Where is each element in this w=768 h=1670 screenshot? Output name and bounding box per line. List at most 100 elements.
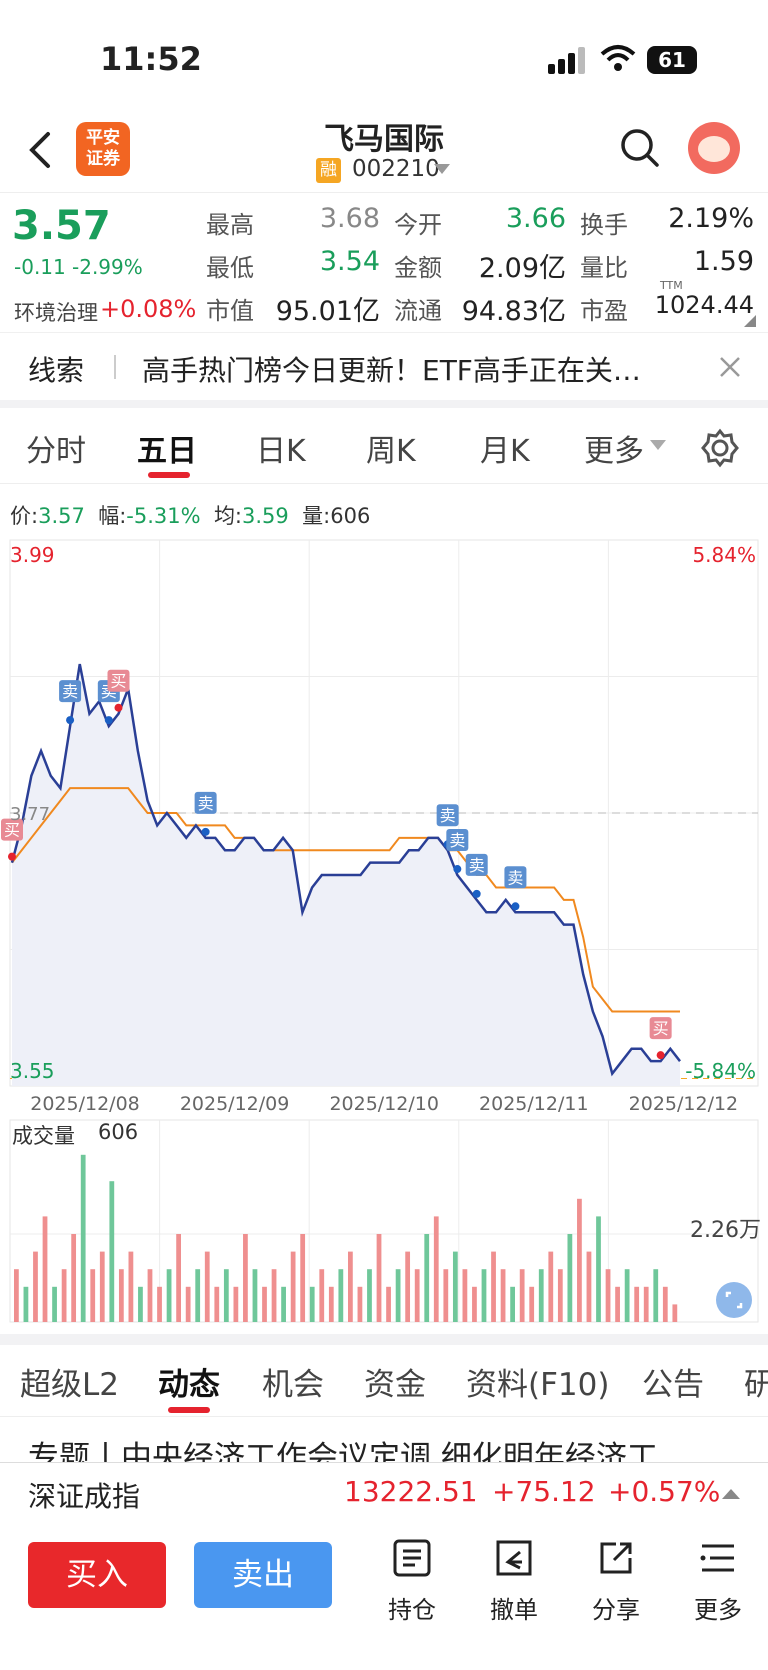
pe-label: 市盈 [580, 297, 628, 325]
volume-bar [634, 1286, 640, 1322]
tab-dynamics[interactable]: 动态 [158, 1359, 220, 1404]
sell-marker-label: 卖 [507, 868, 523, 887]
sector-label[interactable]: 环境治理 [14, 297, 98, 327]
tab-monthly-k[interactable]: 月K [480, 426, 530, 470]
chevron-down-icon [650, 440, 666, 450]
volume-bar [300, 1234, 306, 1322]
volume-bar [14, 1269, 19, 1322]
low-value: 3.54 [319, 246, 380, 277]
tab-five-day[interactable]: 五日 [137, 426, 197, 470]
sell-marker-label: 卖 [469, 856, 485, 875]
buy-marker-dot [656, 1051, 665, 1060]
volume-bar [672, 1304, 678, 1322]
x-tick-label: 2025/12/08 [30, 1093, 140, 1115]
more-button[interactable]: 更多 [678, 1538, 758, 1625]
tab-f10[interactable]: 资料(F10) [466, 1359, 609, 1404]
float-cap-value: 94.83亿 [461, 296, 566, 327]
chevron-up-icon[interactable] [722, 1487, 740, 1501]
tab-underline [148, 472, 190, 478]
share-button[interactable]: 分享 [576, 1538, 656, 1625]
sell-marker-label: 卖 [62, 682, 78, 701]
tab-research[interactable]: 研 [744, 1359, 768, 1404]
volume-chart[interactable] [0, 1116, 768, 1326]
volume-bar [52, 1286, 57, 1322]
volume-bar [252, 1269, 258, 1322]
volume-bar [214, 1286, 220, 1322]
volume-bar [662, 1286, 668, 1322]
volume-bar [586, 1251, 592, 1322]
news-item[interactable]: 专题丨中央经济工作会议定调 细化明年经济工 [28, 1440, 768, 1462]
volume-bar [605, 1269, 611, 1322]
clue-text[interactable]: 高手热门榜今日更新！ETF高手正在关… [142, 349, 641, 389]
tab-more[interactable]: 更多 [584, 426, 644, 470]
cancel-order-button[interactable]: 撤单 [474, 1538, 554, 1625]
info-price: 3.57 [38, 504, 85, 528]
undo-arrow-icon [496, 1540, 532, 1576]
fullscreen-icon[interactable] [716, 1282, 752, 1318]
x-tick-label: 2025/12/12 [629, 1093, 739, 1115]
chart-info-bar: 价:3.57 幅:-5.31% 均:3.59 量:606 [10, 500, 370, 530]
index-change: +75.12 [492, 1475, 596, 1508]
float-cap-label: 流通 [394, 297, 442, 325]
volume-bar [99, 1251, 105, 1322]
positions-button[interactable]: 持仓 [372, 1538, 452, 1625]
current-price: 3.57 [12, 203, 111, 249]
volume-bar [615, 1286, 620, 1322]
tab-funds[interactable]: 资金 [364, 1359, 426, 1404]
volume-bar [500, 1269, 506, 1322]
amount-value: 2.09亿 [478, 253, 566, 284]
low-label: 最低 [206, 254, 254, 282]
buy-button[interactable]: 买入 [28, 1542, 166, 1608]
tab-weekly-k[interactable]: 周K [366, 426, 416, 470]
tab-intraday[interactable]: 分时 [26, 426, 86, 470]
index-bar[interactable]: 深证成指 13222.51 +75.12 +0.57% [0, 1462, 768, 1522]
volume-bar [472, 1286, 477, 1322]
volume-bar [548, 1251, 554, 1322]
search-icon[interactable] [620, 128, 660, 168]
settings-gear-icon[interactable] [700, 428, 740, 468]
chevron-down-icon[interactable] [434, 164, 450, 176]
info-vol-label: 量: [302, 504, 331, 528]
expand-corner-icon[interactable] [744, 315, 756, 327]
news-title: 专题丨中央经济工作会议定调 细化明年经济工 [28, 1440, 658, 1462]
volume-bar [262, 1286, 267, 1322]
avatar[interactable] [688, 122, 740, 174]
tab-daily-k[interactable]: 日K [256, 426, 306, 470]
index-name: 深证成指 [28, 1480, 141, 1513]
info-tabs: 超级L2 动态 机会 资金 资料(F10) 公告 研 [0, 1345, 768, 1417]
x-tick-label: 2025/12/11 [479, 1093, 589, 1115]
volume-bar [577, 1198, 582, 1322]
volume-bar [128, 1251, 134, 1322]
volume-bar [309, 1286, 315, 1322]
index-value: 13222.51 [344, 1475, 478, 1508]
volume-bar [357, 1286, 363, 1322]
pct-max-label: 5.84% [692, 543, 756, 567]
sell-marker-label: 卖 [198, 794, 214, 813]
price-chart[interactable]: 买卖 卖买卖卖卖卖卖买3.993.553.775.84%-5.84% [0, 536, 768, 1096]
quote-panel: 3.57 -0.11 -2.99% 环境治理 +0.08% 最高 3.68 今开… [0, 192, 768, 332]
buy-marker-label: 买 [653, 1019, 669, 1038]
sell-button[interactable]: 卖出 [194, 1542, 332, 1608]
volume-bar [61, 1269, 67, 1322]
tab-opportunity[interactable]: 机会 [262, 1359, 324, 1404]
volume-bar [395, 1269, 401, 1322]
volume-bar [624, 1269, 630, 1322]
price-change: -0.11 [14, 255, 66, 279]
volume-bar [529, 1286, 535, 1322]
volume-bar [519, 1269, 525, 1322]
volume-bar [348, 1251, 353, 1322]
sell-marker-dot [472, 889, 481, 898]
sector-change: +0.08% [100, 295, 197, 323]
volume-bar [386, 1286, 391, 1322]
sell-marker-dot [511, 902, 520, 911]
volume-bar [443, 1269, 449, 1322]
volume-bar [433, 1216, 439, 1322]
close-icon[interactable] [718, 355, 742, 379]
volume-bar [491, 1251, 496, 1322]
volume-bar [452, 1251, 458, 1322]
tab-announcements[interactable]: 公告 [642, 1359, 704, 1404]
open-value: 3.66 [505, 203, 566, 234]
tab-super-l2[interactable]: 超级L2 [20, 1359, 119, 1404]
margin-badge: 融 [316, 158, 341, 183]
clue-bar[interactable]: 线索 高手热门榜今日更新！ETF高手正在关… [0, 332, 768, 400]
